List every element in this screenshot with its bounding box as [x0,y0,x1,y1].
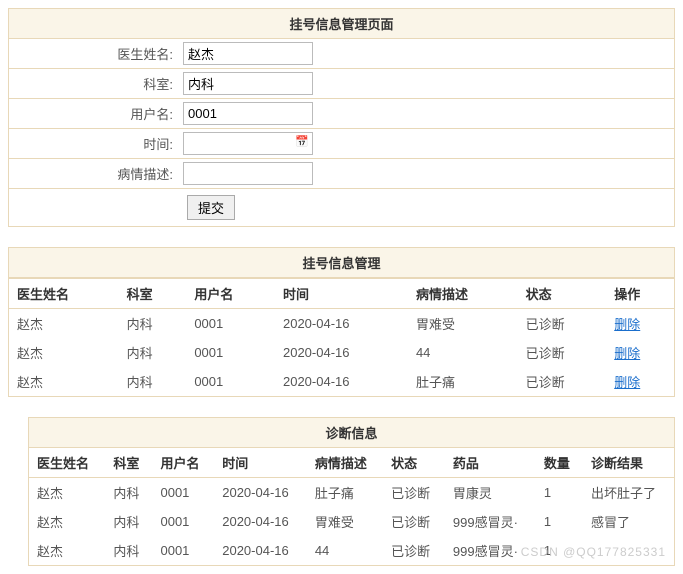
cell: 内科 [105,478,152,508]
label-time: 时间: [9,134,179,153]
cell: 0001 [186,309,275,339]
col-header: 科室 [105,448,152,478]
label-dept: 科室: [9,74,179,93]
cell: 感冒了 [583,507,674,536]
col-header: 状态 [518,279,607,309]
cell: 2020-04-16 [214,507,307,536]
cell: 胃难受 [307,507,383,536]
col-header: 用户名 [186,279,275,309]
cell: 胃难受 [408,309,518,339]
cell [583,536,674,565]
input-user[interactable] [183,102,313,125]
cell: 0001 [186,338,275,367]
cell: 2020-04-16 [214,536,307,565]
cell: 已诊断 [518,309,607,339]
cell: 内科 [119,367,187,396]
col-header: 用户名 [152,448,214,478]
list-title: 挂号信息管理 [9,248,674,278]
cell: 内科 [119,309,187,339]
form-title: 挂号信息管理页面 [9,9,674,39]
cell: 44 [408,338,518,367]
cell: 已诊断 [383,536,445,565]
col-header: 医生姓名 [9,279,119,309]
cell: 内科 [105,507,152,536]
cell: 赵杰 [29,507,105,536]
col-header: 状态 [383,448,445,478]
cell: 1 [536,507,583,536]
col-header: 操作 [606,279,674,309]
cell: 1 [536,536,583,565]
col-header: 医生姓名 [29,448,105,478]
row-submit: 提交 [9,189,674,226]
input-time[interactable] [183,132,313,155]
table-row: 赵杰内科00012020-04-1644已诊断999感冒灵·1 [29,536,674,565]
cell: 999感冒灵· [445,536,536,565]
cell: 44 [307,536,383,565]
registration-table: 医生姓名科室用户名时间病情描述状态操作 赵杰内科00012020-04-16胃难… [9,278,674,396]
table-row: 赵杰内科00012020-04-16肚子痛已诊断删除 [9,367,674,396]
cell: 胃康灵 [445,478,536,508]
cell: 肚子痛 [307,478,383,508]
col-header: 药品 [445,448,536,478]
row-dept: 科室: [9,69,674,99]
col-header: 时间 [275,279,408,309]
cell: 999感冒灵· [445,507,536,536]
cell: 已诊断 [518,338,607,367]
row-desc: 病情描述: [9,159,674,189]
cell: 内科 [105,536,152,565]
table-row: 赵杰内科00012020-04-16胃难受已诊断999感冒灵·1感冒了 [29,507,674,536]
label-user: 用户名: [9,104,179,123]
label-desc: 病情描述: [9,164,179,183]
table-row: 赵杰内科00012020-04-16胃难受已诊断删除 [9,309,674,339]
cell: 0001 [186,367,275,396]
cell: 肚子痛 [408,367,518,396]
cell: 2020-04-16 [275,309,408,339]
col-header: 病情描述 [307,448,383,478]
cell: 2020-04-16 [275,367,408,396]
submit-button[interactable]: 提交 [187,195,235,220]
cell: 赵杰 [29,536,105,565]
row-doctor: 医生姓名: [9,39,674,69]
cell: 出坏肚子了 [583,478,674,508]
registration-form-panel: 挂号信息管理页面 医生姓名: 科室: 用户名: 时间: 📅 病情描述: 提交 [8,8,675,227]
cell: 0001 [152,536,214,565]
cell: 0001 [152,478,214,508]
input-dept[interactable] [183,72,313,95]
col-header: 诊断结果 [583,448,674,478]
cell: 0001 [152,507,214,536]
row-time: 时间: 📅 [9,129,674,159]
table-row: 赵杰内科00012020-04-1644已诊断删除 [9,338,674,367]
cell: 已诊断 [383,507,445,536]
col-header: 时间 [214,448,307,478]
delete-link[interactable]: 删除 [614,346,640,361]
table-row: 赵杰内科00012020-04-16肚子痛已诊断胃康灵1出坏肚子了 [29,478,674,508]
row-user: 用户名: [9,99,674,129]
col-header: 病情描述 [408,279,518,309]
diagnosis-panel: 诊断信息 医生姓名科室用户名时间病情描述状态药品数量诊断结果 赵杰内科00012… [28,417,675,566]
input-desc[interactable] [183,162,313,185]
cell: 赵杰 [9,367,119,396]
cell: 赵杰 [9,338,119,367]
diagnosis-table: 医生姓名科室用户名时间病情描述状态药品数量诊断结果 赵杰内科00012020-0… [29,448,674,565]
delete-link[interactable]: 删除 [614,375,640,390]
input-doctor[interactable] [183,42,313,65]
diag-title: 诊断信息 [29,418,674,448]
cell: 2020-04-16 [275,338,408,367]
cell: 已诊断 [518,367,607,396]
delete-link[interactable]: 删除 [614,317,640,332]
col-header: 数量 [536,448,583,478]
cell: 内科 [119,338,187,367]
col-header: 科室 [119,279,187,309]
cell: 1 [536,478,583,508]
label-doctor: 医生姓名: [9,44,179,63]
registration-list-panel: 挂号信息管理 医生姓名科室用户名时间病情描述状态操作 赵杰内科00012020-… [8,247,675,397]
cell: 赵杰 [9,309,119,339]
cell: 赵杰 [29,478,105,508]
cell: 2020-04-16 [214,478,307,508]
cell: 已诊断 [383,478,445,508]
